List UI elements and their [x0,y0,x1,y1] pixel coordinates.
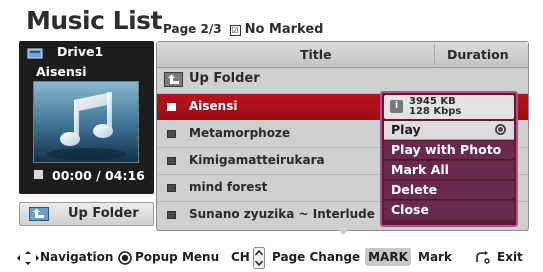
music-file-icon [167,130,176,138]
file-info: i 3945 KB 128 Kbps [384,95,514,119]
music-file-icon [167,103,176,111]
menu-item-close[interactable]: Close [384,201,514,220]
help-exit: Exit [497,250,523,264]
help-bar: Navigation Popup Menu CH Page Change MAR… [0,247,543,270]
exit-icon [476,251,490,264]
menu-item-label: Play with Photo [391,142,502,157]
up-folder-button-label: Up Folder [68,206,139,221]
help-page-change: Page Change [272,250,361,264]
list-item-up-folder[interactable]: Up Folder [157,67,528,94]
ok-button-icon [118,251,132,265]
help-mark-key: MARK [365,248,411,266]
now-playing-title: Aisensi [36,64,87,79]
menu-item-play[interactable]: Play [384,121,514,140]
music-file-icon [167,157,176,165]
music-note-icon [34,82,138,162]
checkbox-icon: ☑ [229,25,241,36]
help-navigation: Navigation [40,250,114,264]
music-file-icon [167,211,176,219]
column-title: Title [300,47,332,62]
menu-item-delete[interactable]: Delete [384,181,514,200]
list-item-label: Metamorphoze [189,126,291,140]
music-file-icon [167,184,176,192]
marked-status: No Marked [244,22,324,37]
menu-item-label: Delete [391,182,438,197]
help-mark: Mark [418,250,452,264]
column-divider [434,44,435,65]
list-item-label: Aisensi [189,99,238,113]
page-title: Music List [26,6,162,35]
album-art [33,81,139,163]
up-folder-icon [29,207,49,221]
menu-item-mark-all[interactable]: Mark All [384,161,514,180]
page-info: Page 2/3 ☑ No Marked [163,22,323,37]
menu-item-label: Mark All [391,162,449,177]
navigation-arrows-icon [17,251,39,265]
file-info-icon: i [390,100,403,113]
up-folder-button[interactable]: Up Folder [19,202,154,226]
help-ch-key: CH [231,250,250,264]
drive-name: Drive1 [57,44,104,59]
menu-item-play-with-photo[interactable]: Play with Photo [384,141,514,160]
menu-item-label: Play [391,122,421,137]
stop-icon [34,170,43,179]
column-duration: Duration [447,47,509,62]
page-number: Page 2/3 [163,22,222,36]
menu-item-label: Close [391,202,429,217]
list-item-label: Kimigamatteirukara [189,153,325,167]
help-popup-menu: Popup Menu [135,250,220,264]
file-bitrate: 128 Kbps [409,106,462,117]
list-item-label: mind forest [189,180,268,194]
scroll-down-icon[interactable] [337,229,349,235]
list-item-label: Sunano zyuzika ~ Interlude ~ [189,207,390,221]
up-folder-icon [164,72,183,87]
list-item-label: Up Folder [189,71,260,86]
playback-time: 00:00 / 04:16 [52,168,145,183]
channel-up-down-icon [253,247,265,269]
usb-drive-icon [27,48,43,59]
radio-selected-icon [495,124,506,135]
